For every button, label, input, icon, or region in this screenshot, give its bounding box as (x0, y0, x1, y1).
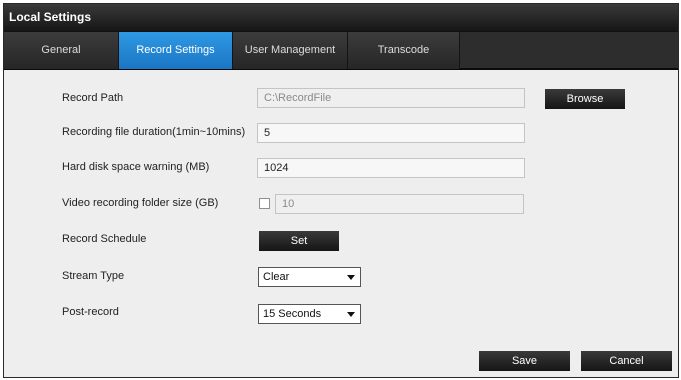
window-title: Local Settings (4, 4, 678, 31)
post-record-select[interactable]: 15 Seconds (258, 304, 361, 324)
tab-general[interactable]: General (4, 32, 119, 69)
stream-type-label: Stream Type (62, 270, 125, 282)
folder-size-label: Video recording folder size (GB) (62, 197, 219, 209)
dropdown-arrow-icon (347, 275, 355, 280)
disk-warning-input[interactable]: 1024 (257, 158, 525, 178)
stream-type-select[interactable]: Clear (258, 267, 361, 287)
post-record-value: 15 Seconds (263, 308, 322, 320)
tab-record-settings[interactable]: Record Settings (119, 32, 233, 69)
set-schedule-button[interactable]: Set (259, 231, 339, 251)
file-duration-label: Recording file duration(1min~10mins) (62, 126, 246, 138)
post-record-label: Post-record (62, 306, 119, 318)
cancel-button[interactable]: Cancel (581, 351, 672, 371)
folder-size-input: 10 (275, 194, 524, 214)
save-button[interactable]: Save (479, 351, 570, 371)
tab-bar: General Record Settings User Management … (4, 31, 678, 70)
tab-transcode[interactable]: Transcode (348, 32, 460, 69)
dropdown-arrow-icon (347, 312, 355, 317)
browse-button[interactable]: Browse (545, 89, 625, 109)
record-schedule-label: Record Schedule (62, 233, 147, 245)
file-duration-input[interactable]: 5 (257, 123, 525, 143)
folder-size-checkbox[interactable] (259, 198, 270, 209)
local-settings-window: Local Settings General Record Settings U… (3, 3, 679, 378)
stream-type-value: Clear (263, 271, 290, 283)
record-path-field: C:\RecordFile (257, 88, 525, 108)
disk-warning-label: Hard disk space warning (MB) (62, 161, 210, 173)
tab-user-management[interactable]: User Management (233, 32, 348, 69)
record-path-label: Record Path (62, 92, 124, 104)
